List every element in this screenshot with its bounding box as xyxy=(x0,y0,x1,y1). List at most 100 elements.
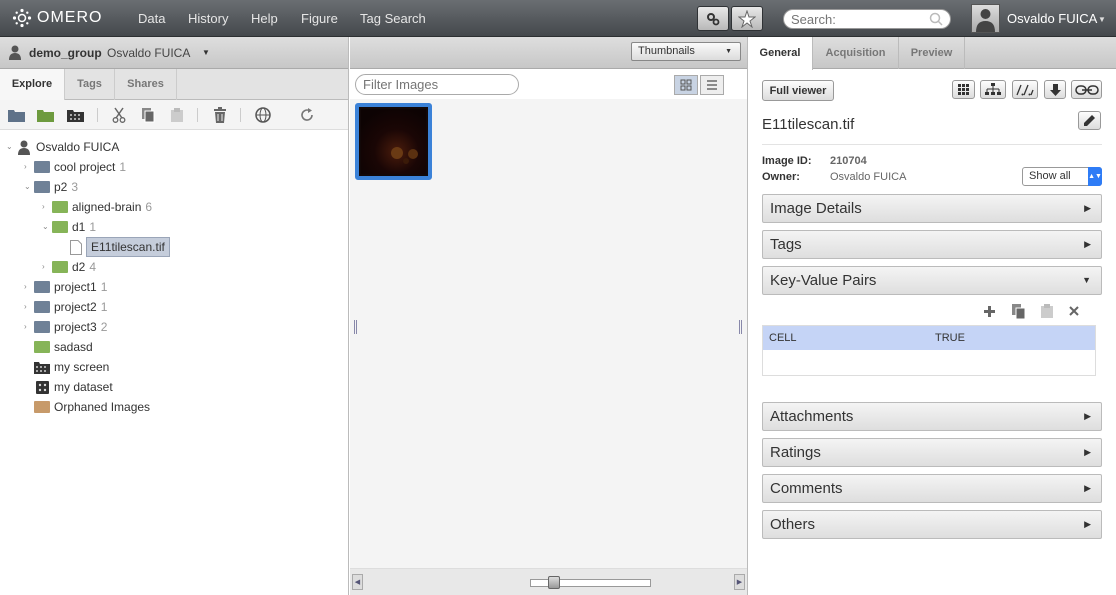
chevron-down-icon[interactable]: ⌄ xyxy=(42,218,52,236)
nav-figure[interactable]: Figure xyxy=(301,11,338,26)
chevron-right-icon[interactable]: › xyxy=(24,278,34,296)
tree-item-screen[interactable]: my screen xyxy=(34,358,109,376)
paste-icon xyxy=(171,108,183,122)
tree-item-plate[interactable]: my dataset xyxy=(36,378,113,396)
table-row[interactable]: CELL TRUE xyxy=(763,326,1095,350)
select-arrows-icon: ▲▼ xyxy=(1088,167,1102,186)
hierarchy-button[interactable] xyxy=(980,80,1006,99)
search-icon[interactable] xyxy=(929,12,943,26)
dataset-folder-icon xyxy=(52,261,68,273)
chevron-down-icon[interactable]: ▼ xyxy=(1098,15,1106,24)
grid-view-button[interactable] xyxy=(674,75,698,95)
delete-button[interactable] xyxy=(211,106,229,124)
show-all-select[interactable]: Show all ▲▼ xyxy=(1022,167,1102,186)
tree-item-label: Orphaned Images xyxy=(54,400,151,414)
chevron-right-icon[interactable]: › xyxy=(24,318,34,336)
activities-button[interactable] xyxy=(731,6,763,31)
download-button[interactable] xyxy=(1044,80,1066,99)
tree-root-user[interactable]: ⌄ Osvaldo FUICA xyxy=(6,138,119,156)
chevron-right-icon[interactable]: › xyxy=(42,258,52,276)
tree-item-orphaned[interactable]: Orphaned Images xyxy=(34,398,150,416)
slider-handle[interactable] xyxy=(548,576,560,589)
section-ratings[interactable]: Ratings ▶ xyxy=(762,438,1102,467)
section-key-value-pairs[interactable]: Key-Value Pairs ▼ xyxy=(762,266,1102,295)
tree-item-project[interactable]: › project1 1 xyxy=(24,278,107,296)
tree-item-dataset[interactable]: › d2 4 xyxy=(42,258,96,276)
new-dataset-button[interactable] xyxy=(36,106,54,124)
tree-item-project[interactable]: › cool project 1 xyxy=(24,158,126,176)
tree-item-image[interactable]: E11tilescan.tif xyxy=(70,237,170,257)
thumbnails-button[interactable] xyxy=(952,80,975,99)
paste-kv-button[interactable] xyxy=(1039,303,1055,319)
tree-item-project[interactable]: › project2 1 xyxy=(24,298,107,316)
cut-button[interactable] xyxy=(110,106,128,124)
tree-item-count: 2 xyxy=(100,320,108,334)
view-mode-select[interactable]: Thumbnails ▼ xyxy=(631,42,741,61)
right-tabs: General Acquisition Preview xyxy=(748,37,1116,70)
omero-logo[interactable]: OMERO xyxy=(12,8,102,28)
copy-kv-button[interactable] xyxy=(1010,303,1026,319)
nav-data[interactable]: Data xyxy=(138,11,165,26)
list-view-button[interactable] xyxy=(700,75,724,95)
add-kv-button[interactable] xyxy=(981,303,997,319)
collapse-right-button[interactable]: ▶ xyxy=(734,574,745,590)
delete-kv-button[interactable] xyxy=(1066,303,1082,319)
section-label: Ratings xyxy=(770,444,821,461)
section-tags[interactable]: Tags ▶ xyxy=(762,230,1102,259)
tab-explore[interactable]: Explore xyxy=(0,69,65,101)
collapse-left-button[interactable]: ◀ xyxy=(352,574,363,590)
user-name[interactable]: Osvaldo FUICA xyxy=(1007,11,1097,26)
globe-icon xyxy=(255,107,271,123)
group-selector[interactable]: demo_group Osvaldo FUICA ▼ xyxy=(0,37,348,69)
section-others[interactable]: Others ▶ xyxy=(762,510,1102,539)
kv-value: TRUE xyxy=(935,332,965,344)
edit-name-button[interactable] xyxy=(1078,111,1101,130)
tree-item-project[interactable]: ⌄ p2 3 xyxy=(24,178,78,196)
link-button[interactable] xyxy=(1071,80,1102,99)
nav-history[interactable]: History xyxy=(188,11,228,26)
section-label: Attachments xyxy=(770,408,854,425)
section-attachments[interactable]: Attachments ▶ xyxy=(762,402,1102,431)
tab-tags[interactable]: Tags xyxy=(65,69,115,100)
nav-tag-search[interactable]: Tag Search xyxy=(360,11,426,26)
copy-button[interactable] xyxy=(139,106,157,124)
right-splitter-handle[interactable] xyxy=(739,320,742,334)
tree-item-dataset[interactable]: › aligned-brain 6 xyxy=(42,198,152,216)
chevron-down-icon[interactable]: ⌄ xyxy=(24,178,34,196)
chevron-down-icon[interactable]: ▼ xyxy=(202,48,210,57)
section-image-details[interactable]: Image Details ▶ xyxy=(762,194,1102,223)
full-viewer-button[interactable]: Full viewer xyxy=(762,80,834,101)
new-screen-button[interactable] xyxy=(66,106,84,124)
image-thumbnail[interactable] xyxy=(355,103,432,180)
zoom-bar: ◀ ▶ xyxy=(350,568,747,595)
group-user: Osvaldo FUICA xyxy=(107,46,191,60)
left-splitter-handle[interactable] xyxy=(354,320,357,334)
filter-images-input[interactable] xyxy=(355,74,519,95)
chevron-down-icon[interactable]: ⌄ xyxy=(6,138,16,156)
section-comments[interactable]: Comments ▶ xyxy=(762,474,1102,503)
paste-button[interactable] xyxy=(168,106,186,124)
tree-item-dataset[interactable]: ⌄ d1 1 xyxy=(42,218,96,236)
tree-item-count: 6 xyxy=(145,200,153,214)
tab-preview[interactable]: Preview xyxy=(899,37,965,69)
chevron-right-icon[interactable]: › xyxy=(42,198,52,216)
scripts-button[interactable] xyxy=(697,6,729,31)
tree-item-project[interactable]: › project3 2 xyxy=(24,318,107,336)
new-project-button[interactable] xyxy=(7,106,25,124)
tree-item-dataset[interactable]: sadasd xyxy=(34,338,93,356)
left-panel: demo_group Osvaldo FUICA ▼ Explore Tags … xyxy=(0,37,349,595)
search-input[interactable] xyxy=(783,9,951,29)
tab-general[interactable]: General xyxy=(748,37,813,70)
tab-shares[interactable]: Shares xyxy=(115,69,177,100)
permissions-button[interactable] xyxy=(254,106,272,124)
refresh-button[interactable] xyxy=(298,106,316,124)
tab-acquisition[interactable]: Acquisition xyxy=(813,37,899,69)
chevron-right-icon[interactable]: › xyxy=(24,298,34,316)
chevron-right-icon[interactable]: › xyxy=(24,158,34,176)
cells-graphic xyxy=(391,147,418,164)
nav-help[interactable]: Help xyxy=(251,11,278,26)
section-label: Key-Value Pairs xyxy=(770,272,877,289)
activities-icon xyxy=(738,9,756,28)
file-paths-button[interactable] xyxy=(1012,80,1038,99)
user-avatar[interactable] xyxy=(971,4,1000,33)
